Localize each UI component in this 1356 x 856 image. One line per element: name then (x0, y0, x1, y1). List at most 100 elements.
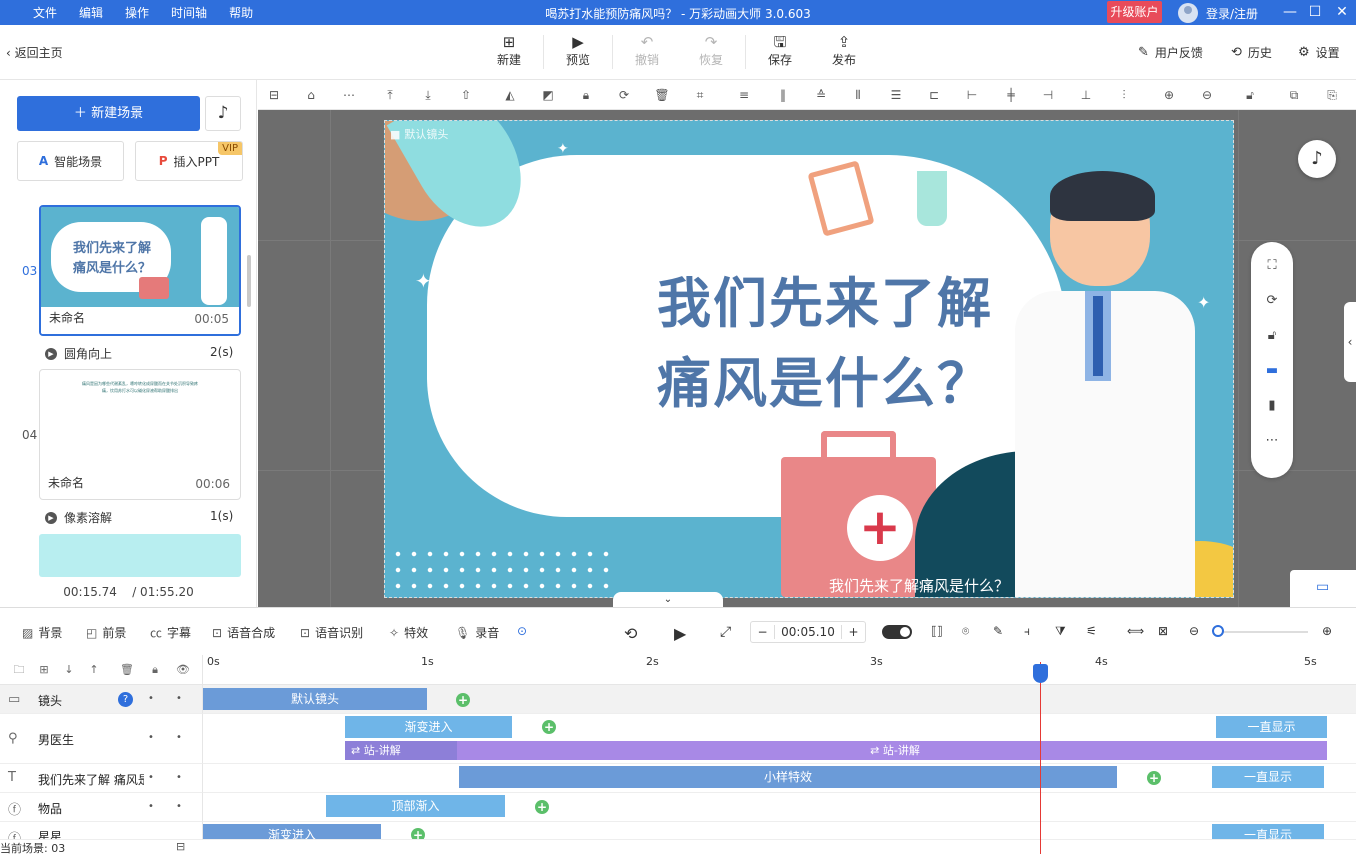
format-painter-icon[interactable]: ⊟ (266, 87, 282, 103)
fullscreen-icon[interactable]: ⤢ (720, 624, 731, 640)
stage[interactable]: 我们先来了解 痛风是什么？ + ✦ ✦ ✦ 我们先来了解痛风是什么？ ■ 默认镜头 (384, 120, 1234, 598)
fit-width-icon[interactable]: ⟺ (1127, 624, 1144, 638)
effects-button[interactable]: ✧ 特效 (389, 624, 428, 641)
new-button[interactable]: ⊞ 新建 (489, 33, 529, 68)
distribute-h-icon[interactable]: ⦀ (850, 87, 866, 103)
publish-button[interactable]: ⇪ 发布 (824, 33, 864, 68)
clip[interactable]: ⇄ 站-讲解 (457, 741, 1327, 760)
scene-card-03[interactable]: 我们先来了解 痛风是什么？ 未命名 00:05 (39, 205, 241, 336)
send-bottom-icon[interactable]: ⤓ (420, 87, 436, 103)
lock-dot[interactable]: • (148, 693, 154, 704)
record-button[interactable]: 🎙︎ 录音 (455, 624, 499, 641)
folder-icon[interactable]: 🗀 (12, 663, 26, 677)
track-camera[interactable]: 默认镜头 + (203, 685, 1356, 714)
clip[interactable]: 渐变进入 (203, 824, 381, 839)
track-header-doctor[interactable]: ⚲ 男医生 • • (0, 714, 203, 764)
delete-icon[interactable]: 🗑︎ (654, 87, 670, 103)
add-folder-icon[interactable]: ⊞ (37, 663, 51, 677)
adjust-icon[interactable]: ⚟ (1086, 624, 1097, 638)
playhead-handle[interactable] (1033, 664, 1048, 683)
new-scene-button[interactable]: ＋ 新建场景 (17, 96, 200, 131)
align-left-icon[interactable]: ⊢ (964, 87, 980, 103)
foreground-button[interactable]: ◰ 前景 (86, 624, 126, 641)
history-button[interactable]: ⟲ 历史 (1231, 44, 1272, 61)
portrait-icon[interactable]: ▮ (1251, 388, 1293, 423)
track-header-stars[interactable]: ⓕ 星星 (0, 822, 203, 840)
playhead[interactable] (1040, 662, 1041, 854)
track-items[interactable]: 顶部渐入 + (203, 793, 1356, 822)
track-text[interactable]: 小样特效 + 一直显示 (203, 764, 1356, 793)
more-icon[interactable]: ⋯ (1251, 423, 1293, 458)
visible-dot[interactable]: • (176, 772, 182, 783)
split-icon[interactable]: ⫞ (1024, 624, 1030, 639)
captions-button[interactable]: ㏄字幕 (150, 624, 191, 641)
rotate-icon[interactable]: ⟳ (616, 87, 632, 103)
replay-icon[interactable]: ⟲ (624, 624, 637, 643)
bring-forward-icon[interactable]: ⇧ (458, 87, 474, 103)
align-top-icon[interactable]: ≡ (736, 87, 752, 103)
time-increase-button[interactable]: + (841, 625, 865, 639)
eye-icon[interactable]: 👁︎ (176, 663, 190, 677)
clip[interactable]: 渐变进入 (345, 716, 512, 738)
insert-ppt-button[interactable]: P 插入PPT VIP (135, 141, 243, 181)
doctor-character[interactable] (1015, 171, 1195, 597)
unlock-icon[interactable]: 🔓︎ (1251, 318, 1293, 353)
transition-item[interactable]: ▶ 像素溶解 (45, 509, 112, 526)
visible-dot[interactable]: • (176, 693, 182, 704)
rotate-view-icon[interactable]: ⟳ (1251, 283, 1293, 318)
home-icon[interactable]: ⌂ (303, 87, 319, 103)
help-icon[interactable]: ? (118, 692, 133, 707)
subtitle-panel-button[interactable]: ▭ (1290, 570, 1356, 607)
clip[interactable]: ⇄ 站-讲解 (345, 741, 457, 760)
more-icon[interactable]: ⊙ (517, 624, 527, 638)
clip[interactable]: 小样特效 (459, 766, 1117, 788)
preview-button[interactable]: ▶ 预览 (558, 33, 598, 68)
track-header-camera[interactable]: ▭ 镜头 ? • • (0, 685, 203, 714)
play-icon[interactable]: ▶ (674, 624, 686, 643)
time-decrease-button[interactable]: − (751, 625, 775, 639)
move-down-icon[interactable]: ↓ (62, 663, 76, 677)
asr-button[interactable]: ⊡ 语音识别 (300, 624, 363, 641)
chevron-left-icon[interactable]: ‹ (1344, 302, 1356, 382)
ratio-icon[interactable]: ⊠ (1158, 624, 1168, 638)
background-button[interactable]: ▨ 背景 (22, 624, 62, 641)
match-size-icon[interactable]: ⊏ (926, 87, 942, 103)
login-button[interactable]: 登录/注册 (1178, 3, 1258, 23)
canvas[interactable]: 我们先来了解 痛风是什么？ + ✦ ✦ ✦ 我们先来了解痛风是什么？ ■ 默认镜头… (258, 110, 1356, 607)
close-icon[interactable]: ✕ (1330, 3, 1354, 21)
zoom-in-icon[interactable]: ⊕ (1161, 87, 1177, 103)
paste-icon[interactable]: ⎘ (1324, 87, 1340, 103)
add-action-icon[interactable]: + (411, 828, 425, 839)
visible-dot[interactable]: • (176, 801, 182, 812)
lock-dot[interactable]: • (148, 772, 154, 783)
align-bottom-icon[interactable]: ≙ (813, 87, 829, 103)
zoom-out-icon[interactable]: ⊖ (1189, 624, 1199, 638)
time-ruler[interactable]: 0s 1s 2s 3s 4s 5s (203, 655, 1356, 685)
time-stepper[interactable]: − 00:05.10 + (750, 621, 866, 643)
clip[interactable]: 默认镜头 (203, 688, 427, 710)
landscape-icon[interactable]: ▬ (1251, 353, 1293, 388)
transition-item[interactable]: ▶ 圆角向上 (45, 345, 112, 362)
add-action-icon[interactable]: + (456, 693, 470, 707)
lock-icon[interactable]: 🔒︎ (148, 663, 162, 677)
delete-icon[interactable]: 🗑︎ (120, 663, 134, 677)
unlock-icon[interactable]: 🔓︎ (1242, 87, 1258, 103)
clip[interactable]: 一直显示 (1212, 824, 1324, 839)
add-action-icon[interactable]: + (1147, 771, 1161, 785)
music-icon[interactable]: ♪ (1298, 140, 1336, 178)
lock-dot[interactable]: • (148, 732, 154, 743)
smart-scene-button[interactable]: A 智能场景 (17, 141, 124, 181)
track-doctor[interactable]: 渐变进入 + 一直显示 ⇄ 站-讲解 ⇄ 站-讲解 (203, 714, 1356, 764)
visible-dot[interactable]: • (176, 732, 182, 743)
camera-label[interactable]: ■ 默认镜头 (390, 126, 448, 142)
tts-button[interactable]: ⊡ 语音合成 (212, 624, 275, 641)
time-input[interactable]: 00:05.10 (775, 625, 841, 639)
fit-screen-icon[interactable]: ⛶ (1251, 248, 1293, 283)
upgrade-button[interactable]: 升级账户 (1107, 1, 1162, 23)
flip-icon[interactable]: ◭ (502, 87, 518, 103)
notes-icon[interactable]: ⊟ (176, 840, 185, 853)
scene-card-05[interactable] (39, 534, 241, 577)
align-hcenter-icon[interactable]: ╪ (1003, 87, 1019, 103)
music-icon[interactable]: ♪ (205, 96, 241, 131)
zoom-out-icon[interactable]: ⊖ (1199, 87, 1215, 103)
